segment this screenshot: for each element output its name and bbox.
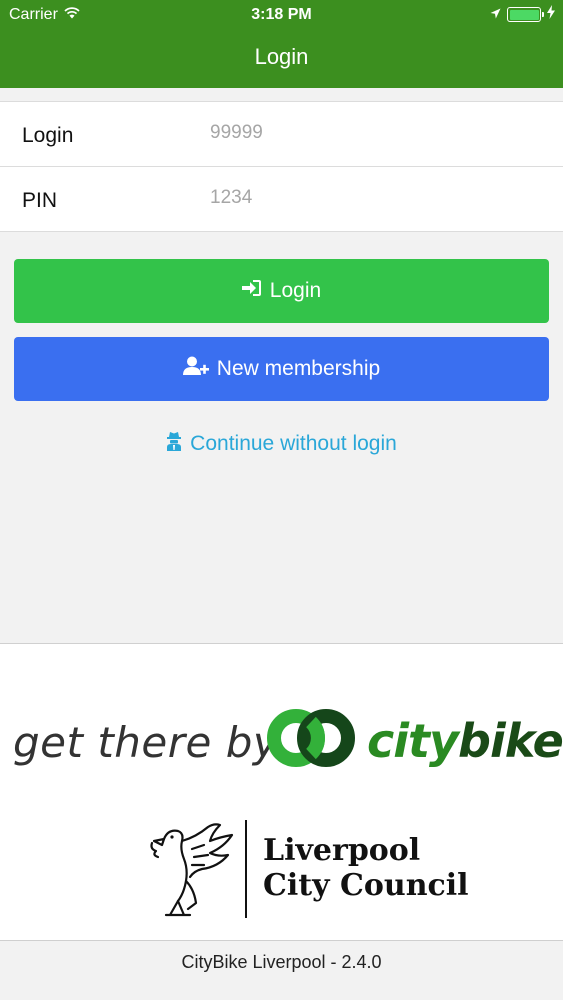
status-right-group <box>490 5 555 24</box>
council-divider <box>245 820 247 918</box>
status-bar: Carrier 3:18 PM <box>0 0 563 30</box>
login-label: Login <box>22 124 74 147</box>
location-arrow-icon <box>490 6 501 24</box>
page-title: Login <box>254 44 309 69</box>
branding-area: get there by citybike Liverpool City Cou… <box>0 643 563 940</box>
version-footer: CityBike Liverpool - 2.4.0 <box>0 940 563 1000</box>
login-button-label: Login <box>269 279 322 302</box>
login-button[interactable]: Login <box>14 259 549 323</box>
pin-input[interactable] <box>210 182 540 214</box>
login-row: Login <box>0 102 563 167</box>
council-line-1: Liverpool <box>263 833 421 868</box>
login-form: Login PIN <box>0 101 563 232</box>
battery-fill <box>509 9 539 20</box>
top-bar: Carrier 3:18 PM Login <box>0 0 563 88</box>
battery-icon <box>507 7 544 22</box>
council-name: Liverpool City Council <box>263 833 469 903</box>
citybike-logo-icon <box>266 707 356 774</box>
new-membership-label: New membership <box>216 357 381 380</box>
pin-label: PIN <box>22 189 58 212</box>
continue-without-login-link[interactable]: Continue without login <box>0 431 563 457</box>
tagline: get there by <box>13 718 279 767</box>
user-plus-icon <box>182 356 209 382</box>
new-membership-button[interactable]: New membership <box>14 337 549 401</box>
user-secret-icon <box>166 431 182 457</box>
sign-in-icon <box>241 279 262 303</box>
citybike-wordmark: citybike <box>367 714 563 768</box>
clock: 3:18 PM <box>251 6 312 23</box>
council-line-2: City Council <box>263 868 469 903</box>
charging-bolt-icon <box>547 5 555 24</box>
wordmark-bike: bike <box>458 714 563 768</box>
login-input[interactable] <box>210 117 540 149</box>
pin-row: PIN <box>0 167 563 232</box>
wordmark-city: city <box>367 714 459 768</box>
continue-label: Continue without login <box>190 432 397 455</box>
liver-bird-icon <box>148 819 238 924</box>
